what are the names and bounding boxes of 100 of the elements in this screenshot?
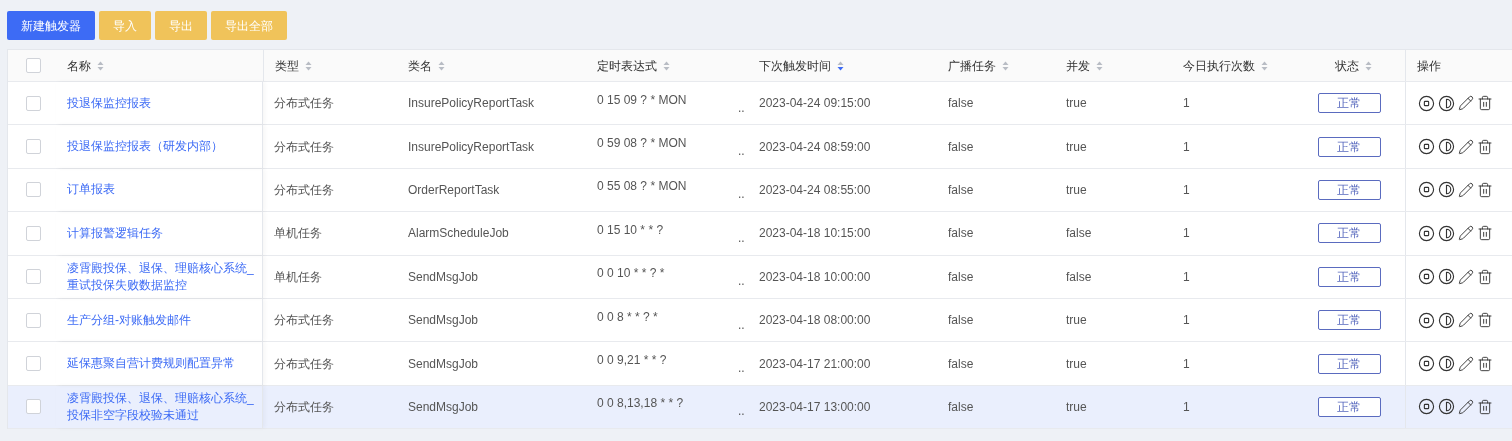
table-row[interactable]: 投退保监控报表 分布式任务 InsurePolicyReportTask 0 15 09 ? * MON .. 2023-04-24 09:15:00 false true 1 正常 [8, 82, 1512, 126]
column-header: 状态 [1335, 57, 1359, 75]
table-cell-text: 2023-04-17 21:00:00 [759, 355, 871, 373]
table-cell-text: 分布式任务 [274, 398, 334, 416]
table-cell-text: true [1066, 95, 1087, 113]
row-checkbox[interactable] [25, 58, 41, 73]
stop-icon[interactable] [1418, 224, 1435, 242]
stop-icon[interactable] [1418, 181, 1435, 199]
status-tag: 正常 [1317, 223, 1381, 244]
table-cell-text: InsurePolicyReportTask [408, 95, 535, 113]
table-cell-text: AlarmScheduleJob [408, 225, 509, 243]
table-cell-text: 分布式任务 [274, 138, 334, 156]
contrast-icon[interactable] [1438, 268, 1455, 286]
table-cell-text: 2023-04-17 13:00:00 [759, 398, 871, 416]
contrast-icon[interactable] [1438, 138, 1455, 156]
trigger-name-link[interactable]: 投退保监控报表（研发内部） [67, 138, 223, 156]
table-row[interactable]: 生产分组-对账触发邮件 分布式任务 SendMsgJob 0 0 8 * * ? * .. 2023-04-18 08:00:00 false true 1 正常 [8, 298, 1512, 343]
row-checkbox[interactable] [25, 95, 41, 111]
table-cell-text: SendMsgJob [408, 355, 479, 373]
delete-icon[interactable] [1477, 312, 1493, 329]
trigger-name-link[interactable]: 计算报警逻辑任务 [67, 224, 163, 242]
column-header: 并发 [1066, 57, 1090, 75]
trigger-name-link[interactable]: 订单报表 [67, 181, 115, 199]
column-header: 定时表达式 [597, 57, 657, 75]
trigger-name-link[interactable]: 生产分组-对账触发邮件 [67, 311, 191, 329]
contrast-icon[interactable] [1438, 94, 1455, 112]
table-cell-text: SendMsgJob [408, 312, 479, 330]
row-checkbox[interactable] [25, 182, 41, 198]
stop-icon[interactable] [1418, 94, 1435, 112]
row-checkbox[interactable] [25, 269, 41, 285]
stop-icon[interactable] [1418, 138, 1435, 156]
row-checkbox[interactable] [25, 139, 41, 155]
delete-icon[interactable] [1477, 225, 1493, 242]
sort-icon[interactable] [837, 60, 844, 71]
table-row[interactable]: 延保惠聚自营计费规则配置异常 分布式任务 SendMsgJob 0 0 9,21 * * ? .. 2023-04-17 21:00:00 false true 1 正常 [8, 342, 1512, 386]
table-cell-text: false [948, 312, 974, 330]
table-cell-text: 分布式任务 [274, 181, 334, 199]
stop-icon[interactable] [1418, 355, 1435, 373]
contrast-icon[interactable] [1438, 224, 1455, 242]
table-cell-text: false [948, 225, 974, 243]
toolbar-button[interactable]: 新建触发器 [7, 11, 95, 40]
table-cell-text: true [1066, 181, 1087, 199]
column-header: 今日执行次数 [1183, 57, 1255, 75]
table-row[interactable]: 订单报表 分布式任务 OrderReportTask 0 55 08 ? * MON .. 2023-04-24 08:55:00 false true 1 正常 [8, 168, 1512, 213]
table-cell-text: 单机任务 [274, 268, 322, 286]
row-checkbox[interactable] [25, 225, 41, 241]
edit-icon[interactable] [1458, 268, 1474, 285]
table-cell-text: 1 [1183, 312, 1190, 330]
status-tag: 正常 [1317, 93, 1381, 114]
edit-icon[interactable] [1458, 355, 1474, 372]
contrast-icon[interactable] [1438, 181, 1455, 199]
table-cell-text: true [1066, 312, 1087, 330]
edit-icon[interactable] [1458, 398, 1474, 415]
row-checkbox[interactable] [25, 399, 41, 415]
table-row[interactable]: 投退保监控报表（研发内部） 分布式任务 InsurePolicyReportTask 0 59 08 ? * MON .. 2023-04-24 08:59:00 false true 1 正常 [8, 125, 1512, 169]
column-header: 广播任务 [948, 57, 996, 75]
contrast-icon[interactable] [1438, 398, 1455, 416]
table-cell-text: 2023-04-24 08:55:00 [759, 181, 871, 199]
table-cell-text: 1 [1183, 355, 1190, 373]
edit-icon[interactable] [1458, 225, 1474, 242]
stop-icon[interactable] [1418, 398, 1435, 416]
table-cell-text: OrderReportTask [408, 181, 500, 199]
stop-icon[interactable] [1418, 311, 1435, 329]
status-tag: 正常 [1317, 266, 1381, 287]
row-checkbox[interactable] [25, 312, 41, 328]
edit-icon[interactable] [1458, 181, 1474, 198]
edit-icon[interactable] [1458, 312, 1474, 329]
table-cell-text: 0 15 09 ? * MON [597, 91, 687, 109]
table-cell-text: 2023-04-24 08:59:00 [759, 138, 871, 156]
table-row[interactable]: 凌霄殿投保、退保、理赔核心系统_重试投保失败数据监控 单机任务 SendMsgJob 0 0 10 * * ? * .. 2023-04-18 10:00:00 false false 1 正常 [8, 255, 1512, 299]
table-cell-text: .. [738, 273, 745, 291]
trigger-name-link[interactable]: 延保惠聚自营计费规则配置异常 [67, 355, 235, 373]
stop-icon[interactable] [1418, 268, 1435, 286]
contrast-icon[interactable] [1438, 311, 1455, 329]
table-row[interactable]: 计算报警逻辑任务 单机任务 AlarmScheduleJob 0 15 10 * * ? .. 2023-04-18 10:15:00 false false 1 正常 [8, 212, 1512, 256]
edit-icon[interactable] [1458, 95, 1474, 112]
delete-icon[interactable] [1477, 268, 1493, 285]
delete-icon[interactable] [1477, 138, 1493, 155]
table-cell-text: 2023-04-18 10:00:00 [759, 268, 871, 286]
delete-icon[interactable] [1477, 181, 1493, 198]
table-row[interactable]: 凌霄殿投保、退保、理赔核心系统_投保非空字段校验未通过 分布式任务 SendMsgJob 0 0 8,13,18 * * ? .. 2023-04-17 13:00:00 false true 1 正常 [8, 385, 1512, 430]
delete-icon[interactable] [1477, 398, 1493, 415]
row-checkbox[interactable] [25, 356, 41, 372]
contrast-icon[interactable] [1438, 355, 1455, 373]
table-cell-text: .. [738, 403, 745, 421]
status-tag: 正常 [1317, 179, 1381, 200]
table-cell-text: true [1066, 138, 1087, 156]
table-cell-text: false [948, 95, 974, 113]
column-header: 类型 [275, 57, 299, 75]
trigger-name-link[interactable]: 凌霄殿投保、退保、理赔核心系统_重试投保失败数据监控 [67, 259, 254, 294]
trigger-name-link[interactable]: 凌霄殿投保、退保、理赔核心系统_投保非空字段校验未通过 [67, 389, 254, 424]
table-cell-text: 0 59 08 ? * MON [597, 135, 687, 153]
trigger-name-link[interactable]: 投退保监控报表 [67, 94, 151, 112]
edit-icon[interactable] [1458, 138, 1474, 155]
table-cell-text: false [948, 398, 974, 416]
table-cell-text: .. [738, 316, 745, 334]
delete-icon[interactable] [1477, 95, 1493, 112]
delete-icon[interactable] [1477, 355, 1493, 372]
table-cell-text: 1 [1183, 138, 1190, 156]
table-cell-text: 分布式任务 [274, 95, 334, 113]
